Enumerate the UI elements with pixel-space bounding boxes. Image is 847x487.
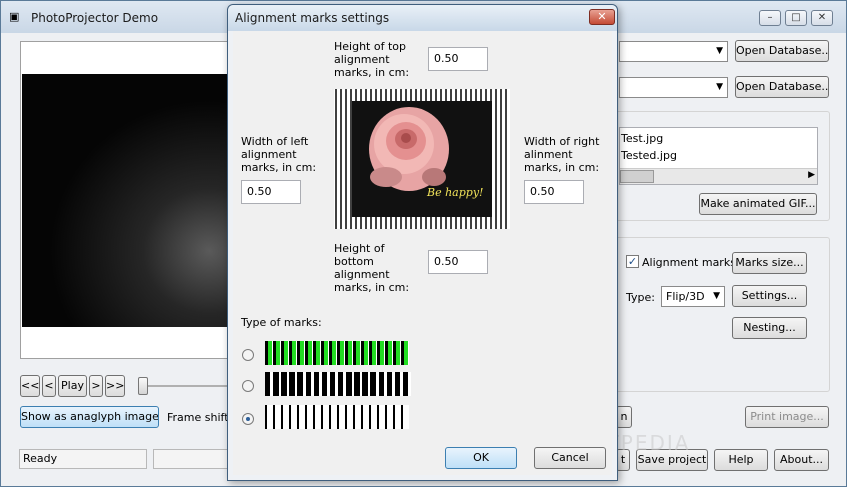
mark-pattern-thin [265, 405, 411, 429]
progress-bar [153, 449, 229, 469]
right-marks-input[interactable]: 0.50 [524, 180, 584, 204]
database-combo-2[interactable]: ▼ [619, 77, 728, 98]
bottom-marks-input[interactable]: 0.50 [428, 250, 488, 274]
alignment-marks-dialog: Alignment marks settings ✕ Height of top… [227, 4, 618, 481]
left-marks-label: Width of left alignment marks, in cm: [241, 135, 317, 174]
horizontal-scrollbar[interactable]: ▶ [620, 168, 817, 184]
ok-button[interactable]: OK [445, 447, 517, 469]
alignment-marks-checkbox[interactable]: ✓ [626, 255, 639, 268]
top-marks-label: Height of top alignment marks, in cm: [334, 40, 410, 79]
mark-stripe [403, 405, 409, 429]
help-button[interactable]: Help [714, 449, 768, 471]
marks-preview: Be happy! [334, 89, 510, 229]
mark-pattern-green [265, 341, 411, 365]
mark-type-radio-1[interactable] [242, 349, 254, 361]
file-list-item[interactable]: Tested.jpg [621, 149, 677, 162]
last-frame-button[interactable]: >> [105, 375, 125, 397]
dropdown-arrow-icon: ▼ [716, 82, 723, 92]
database-combo-1[interactable]: ▼ [619, 41, 728, 62]
bottom-marks-label: Height of bottom alignment marks, in cm: [334, 242, 410, 294]
close-icon[interactable]: ✕ [589, 9, 615, 25]
minimize-button[interactable]: – [759, 10, 781, 26]
scroll-right-icon[interactable]: ▶ [808, 170, 815, 180]
frame-slider-thumb[interactable] [138, 377, 148, 395]
type-combo[interactable]: Flip/3D ▼ [661, 286, 725, 307]
marks-preview-svg: Be happy! [335, 89, 507, 229]
about-button[interactable]: About... [774, 449, 829, 471]
dialog-body: Height of top alignment marks, in cm: 0.… [233, 31, 612, 475]
left-marks-input[interactable]: 0.50 [241, 180, 301, 204]
app-icon: ▣ [9, 10, 20, 23]
marks-size-button[interactable]: Marks size... [732, 252, 807, 274]
rose-image [369, 107, 449, 191]
mark-stripe [408, 341, 409, 365]
mark-pattern-thick [265, 372, 411, 396]
type-of-marks-label: Type of marks: [241, 316, 322, 329]
anaglyph-button[interactable]: Show as anaglyph image [20, 406, 159, 428]
preview-caption: Be happy! [426, 186, 483, 199]
dropdown-arrow-icon: ▼ [716, 46, 723, 56]
prev-frame-button[interactable]: < [42, 375, 56, 397]
type-combo-value: Flip/3D [666, 290, 705, 303]
mark-stripe [408, 372, 411, 396]
type-label: Type: [626, 291, 655, 304]
dropdown-arrow-icon: ▼ [713, 291, 720, 301]
file-list[interactable]: Test.jpg Tested.jpg ▶ [619, 127, 818, 185]
settings-button[interactable]: Settings... [732, 285, 807, 307]
print-image-button[interactable]: Print image... [745, 406, 829, 428]
status-text: Ready [19, 449, 147, 469]
open-database-button-1[interactable]: Open Database... [735, 40, 829, 62]
cancel-button[interactable]: Cancel [534, 447, 606, 469]
dialog-title: Alignment marks settings [235, 11, 390, 25]
frame-slider-track[interactable] [143, 385, 229, 387]
frame-shift-label: Frame shift f [167, 411, 236, 424]
first-frame-button[interactable]: << [20, 375, 40, 397]
nesting-button[interactable]: Nesting... [732, 317, 807, 339]
dialog-titlebar: Alignment marks settings ✕ [228, 5, 617, 31]
next-frame-button[interactable]: > [89, 375, 103, 397]
play-button[interactable]: Play [58, 375, 87, 397]
maximize-button[interactable]: □ [785, 10, 807, 26]
mark-type-radio-2[interactable] [242, 380, 254, 392]
alignment-marks-label: Alignment marks [642, 256, 736, 269]
top-marks-input[interactable]: 0.50 [428, 47, 488, 71]
main-title: PhotoProjector Demo [31, 11, 159, 25]
image-preview [20, 41, 230, 359]
mark-type-radio-3[interactable] [242, 413, 254, 425]
scrollbar-thumb[interactable] [620, 170, 654, 183]
right-marks-label: Width of right alinment marks, in cm: [524, 135, 600, 174]
make-animated-gif-button[interactable]: Make animated GIF... [699, 193, 817, 215]
open-database-button-2[interactable]: Open Database... [735, 76, 829, 98]
preview-image [22, 74, 230, 327]
close-window-button[interactable]: ✕ [811, 10, 833, 26]
partial-button[interactable]: n [616, 406, 632, 428]
file-list-item[interactable]: Test.jpg [621, 132, 663, 145]
